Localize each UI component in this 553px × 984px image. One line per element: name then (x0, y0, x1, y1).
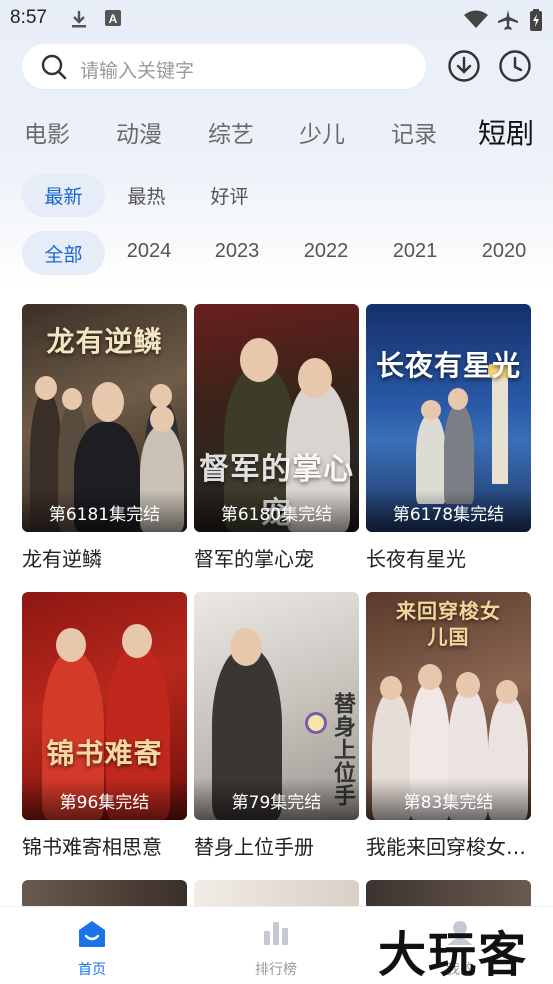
tab-documentary[interactable]: 记录 (391, 115, 437, 149)
status-bar: 8:57 A (0, 0, 553, 36)
battery-charging-icon (529, 9, 543, 35)
card-title[interactable]: 长夜有星光 (366, 543, 531, 572)
wifi-icon (463, 9, 489, 33)
year-2021[interactable]: 2021 (374, 229, 456, 273)
year-all[interactable]: 全部 (22, 231, 105, 275)
nav-home[interactable]: 首页 (32, 907, 152, 984)
year-2020[interactable]: 2020 (463, 229, 545, 273)
poster-image: 替身上位手 第79集完结 (194, 592, 359, 820)
svg-text:A: A (109, 12, 118, 26)
card-title[interactable]: 督军的掌心宠 (194, 543, 359, 572)
download-circle-icon[interactable] (447, 49, 481, 83)
tab-kids[interactable]: 少儿 (299, 115, 345, 149)
filter-latest[interactable]: 最新 (22, 173, 105, 217)
episode-badge: 第6181集完结 (22, 490, 187, 532)
tab-movie[interactable]: 电影 (24, 115, 70, 149)
a-box-icon: A (104, 9, 122, 31)
episode-badge: 第6178集完结 (366, 490, 531, 532)
history-clock-icon[interactable] (498, 49, 532, 83)
poster-image: 龙有逆鳞 第6181集完结 (22, 304, 187, 532)
search-placeholder: 请输入关键字 (80, 60, 195, 82)
filter-top-rated[interactable]: 好评 (188, 173, 271, 217)
poster-image: 锦书难寄 第96集完结 (22, 592, 187, 820)
poster-image: 督军的掌心宠 第6180集完结 (194, 304, 359, 532)
search-input[interactable]: 请输入关键字 (22, 44, 426, 89)
nav-label: 排行榜 (255, 962, 297, 978)
year-2023[interactable]: 2023 (196, 229, 278, 273)
episode-badge: 第6180集完结 (194, 490, 359, 532)
home-icon (77, 919, 107, 953)
episode-badge: 第83集完结 (366, 778, 531, 820)
poster-title: 龙有逆鳞 (46, 325, 163, 358)
poster-image: 来回穿梭女儿国 第83集完结 (366, 592, 531, 820)
card-title[interactable]: 替身上位手册 (194, 831, 359, 860)
card-title[interactable]: 我能来回穿梭女… (366, 831, 531, 860)
episode-badge: 第79集完结 (194, 778, 359, 820)
airplane-icon (497, 9, 519, 35)
card-title[interactable]: 锦书难寄相思意 (22, 831, 187, 860)
watermark: 大玩客 (378, 927, 529, 983)
card-title[interactable]: 龙有逆鳞 (22, 543, 187, 572)
episode-badge: 第96集完结 (22, 778, 187, 820)
poster-title: 来回穿梭女儿国 (396, 599, 501, 649)
status-time: 8:57 (10, 7, 47, 28)
tab-short-drama[interactable]: 短剧 (478, 112, 534, 152)
nav-label: 首页 (78, 962, 106, 978)
search-icon (40, 53, 68, 85)
nav-ranking[interactable]: 排行榜 (216, 907, 336, 984)
filter-hottest[interactable]: 最热 (105, 173, 188, 217)
poster-title: 长夜有星光 (375, 349, 521, 382)
bar-chart-icon (262, 919, 290, 951)
year-2022[interactable]: 2022 (285, 229, 367, 273)
tab-anime[interactable]: 动漫 (116, 115, 162, 149)
download-icon (70, 9, 88, 33)
poster-title: 锦书难寄 (46, 737, 163, 770)
year-2024[interactable]: 2024 (108, 229, 190, 273)
tab-variety[interactable]: 综艺 (208, 115, 254, 149)
poster-image: 长夜有星光 第6178集完结 (366, 304, 531, 532)
